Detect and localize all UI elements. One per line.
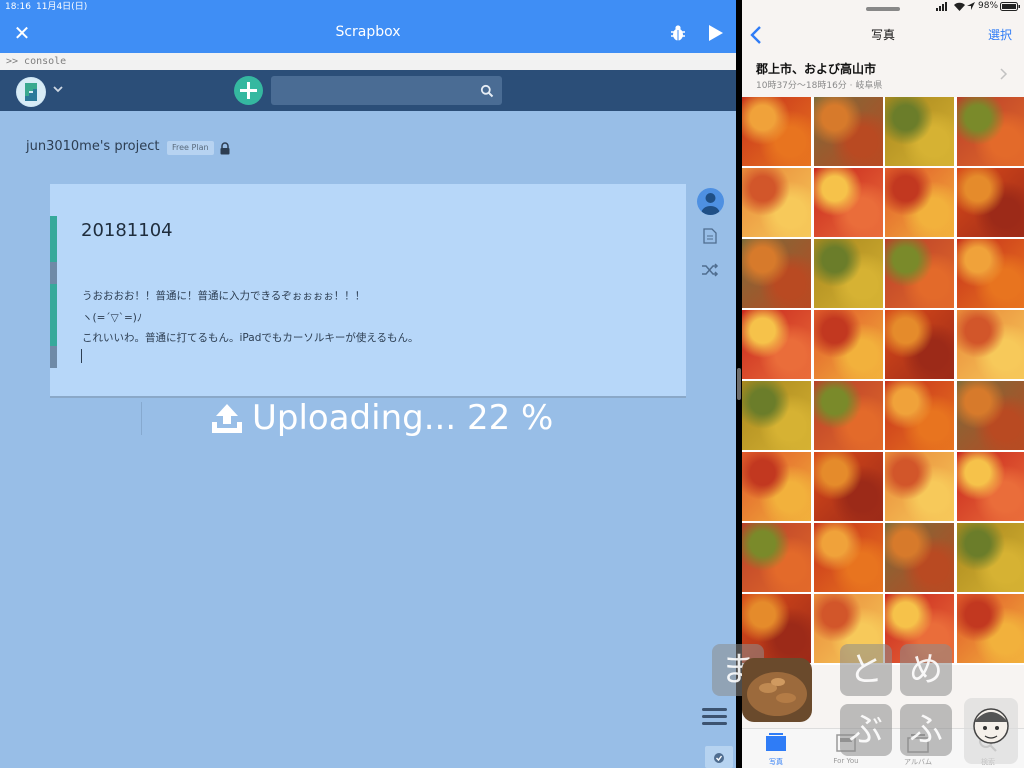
add-icon[interactable] bbox=[234, 76, 263, 105]
tab-albums[interactable]: アルバム bbox=[890, 733, 946, 767]
shuffle-icon[interactable] bbox=[701, 262, 719, 278]
divider bbox=[141, 402, 142, 435]
upload-icon bbox=[212, 404, 242, 433]
photo-thumbnail[interactable] bbox=[957, 168, 1024, 237]
console-label: >> console bbox=[6, 56, 67, 67]
photo-thumbnail[interactable] bbox=[742, 381, 811, 450]
photo-thumbnail[interactable] bbox=[813, 523, 883, 592]
drag-handle[interactable] bbox=[866, 7, 900, 11]
logo-icon[interactable] bbox=[16, 77, 46, 107]
photo-thumbnail[interactable] bbox=[813, 97, 883, 166]
app-title: Scrapbox bbox=[335, 24, 401, 40]
tab-bar: 写真 For You アルバム 検索 bbox=[742, 728, 1024, 768]
photo-thumbnail[interactable] bbox=[813, 239, 883, 308]
editor-line[interactable]: うおおおお！！普通に！普通に入力できるぞぉぉぉぉ！！！ bbox=[82, 288, 365, 303]
line-indicator bbox=[50, 346, 57, 368]
tab-photos[interactable]: 写真 bbox=[748, 733, 804, 767]
photo-thumbnail[interactable] bbox=[813, 594, 883, 663]
lock-icon bbox=[220, 142, 230, 155]
app-title-bar: ✕ Scrapbox bbox=[0, 14, 736, 53]
menu-icon[interactable] bbox=[702, 706, 727, 727]
photo-thumbnail[interactable] bbox=[813, 310, 883, 379]
photo-thumbnail[interactable] bbox=[957, 594, 1024, 663]
tab-for-you[interactable]: For You bbox=[818, 733, 874, 765]
line-indicator bbox=[50, 262, 57, 284]
battery-label: 98% bbox=[978, 1, 999, 11]
photo-thumbnail[interactable] bbox=[742, 168, 811, 237]
chevron-down-icon[interactable] bbox=[52, 83, 64, 95]
photo-thumbnail[interactable] bbox=[957, 452, 1024, 521]
play-icon[interactable] bbox=[706, 24, 724, 42]
photo-thumbnail[interactable] bbox=[957, 381, 1024, 450]
line-indicator bbox=[50, 284, 57, 346]
scrapbox-pane: 18:16 11月4日(日) ✕ Scrapbox >> console jun… bbox=[0, 0, 736, 768]
photo-thumbnail[interactable] bbox=[813, 381, 883, 450]
tab-label: For You bbox=[833, 757, 859, 765]
project-name[interactable]: jun3010me's project bbox=[26, 139, 159, 154]
photo-thumbnail[interactable] bbox=[813, 452, 883, 521]
select-button[interactable]: 選択 bbox=[988, 26, 1012, 43]
photo-thumbnail[interactable] bbox=[957, 523, 1024, 592]
check-icon[interactable] bbox=[705, 746, 733, 768]
document-icon[interactable] bbox=[703, 228, 717, 244]
photo-thumbnail[interactable] bbox=[742, 452, 811, 521]
photo-thumbnail[interactable] bbox=[885, 168, 955, 237]
photo-thumbnail[interactable] bbox=[742, 594, 811, 663]
line-indicator bbox=[50, 216, 57, 262]
search-input[interactable] bbox=[271, 76, 502, 105]
battery-icon bbox=[1000, 2, 1020, 14]
status-date: 11月4日(日) bbox=[36, 2, 88, 12]
albums-tab-icon bbox=[907, 734, 929, 753]
tab-search[interactable]: 検索 bbox=[960, 733, 1016, 767]
photo-thumbnail[interactable] bbox=[742, 239, 811, 308]
photos-tab-icon bbox=[766, 733, 786, 751]
photo-thumbnail[interactable] bbox=[957, 310, 1024, 379]
photo-grid bbox=[742, 97, 1024, 665]
editor-line[interactable]: ヽ(=´▽`=)ﾉ bbox=[82, 310, 142, 325]
photo-thumbnail[interactable] bbox=[885, 97, 955, 166]
photo-thumbnail[interactable] bbox=[742, 523, 811, 592]
tab-label: 写真 bbox=[769, 758, 783, 766]
photos-pane: 98% 写真 選択 郡上市、および高山市 10時37分〜18時16分 · 岐阜県… bbox=[742, 0, 1024, 768]
status-bar: 18:16 11月4日(日) bbox=[0, 0, 736, 14]
split-handle[interactable] bbox=[737, 368, 741, 400]
status-time: 18:16 bbox=[5, 2, 31, 12]
bug-icon[interactable] bbox=[669, 24, 687, 42]
for-you-tab-icon bbox=[836, 734, 856, 752]
chevron-right-icon[interactable] bbox=[1000, 68, 1008, 80]
text-cursor bbox=[81, 349, 82, 363]
search-tab-icon bbox=[979, 734, 997, 752]
photo-thumbnail[interactable] bbox=[813, 168, 883, 237]
upload-status: Uploading... 22 % bbox=[252, 398, 554, 438]
page-title[interactable]: 20181104 bbox=[81, 220, 173, 241]
photo-thumbnail[interactable] bbox=[885, 310, 955, 379]
tab-label: 検索 bbox=[981, 758, 995, 766]
search-icon[interactable] bbox=[480, 84, 494, 98]
location-title[interactable]: 郡上市、および高山市 bbox=[756, 60, 876, 77]
avatar-icon[interactable] bbox=[697, 188, 724, 215]
plan-badge: Free Plan bbox=[167, 141, 214, 155]
photo-thumbnail[interactable] bbox=[742, 310, 811, 379]
editor-line[interactable]: これいいわ。普通に打てるもん。iPadでもカーソルキーが使えるもん。 bbox=[82, 330, 419, 345]
photo-thumbnail[interactable] bbox=[957, 239, 1024, 308]
photo-thumbnail[interactable] bbox=[885, 239, 955, 308]
photo-thumbnail[interactable] bbox=[885, 452, 955, 521]
wifi-icon bbox=[954, 2, 965, 14]
photo-thumbnail[interactable] bbox=[742, 97, 811, 166]
location-icon bbox=[967, 2, 975, 14]
console-bar[interactable]: >> console bbox=[0, 53, 736, 70]
photo-thumbnail[interactable] bbox=[885, 381, 955, 450]
photo-thumbnail[interactable] bbox=[957, 97, 1024, 166]
photo-thumbnail[interactable] bbox=[885, 523, 955, 592]
photos-title: 写真 bbox=[870, 28, 895, 42]
photo-thumbnail[interactable] bbox=[885, 594, 955, 663]
signal-icon bbox=[936, 2, 950, 14]
location-subtitle: 10時37分〜18時16分 · 岐阜県 bbox=[756, 81, 883, 91]
nav-bar bbox=[0, 70, 736, 111]
tab-label: アルバム bbox=[904, 758, 932, 766]
